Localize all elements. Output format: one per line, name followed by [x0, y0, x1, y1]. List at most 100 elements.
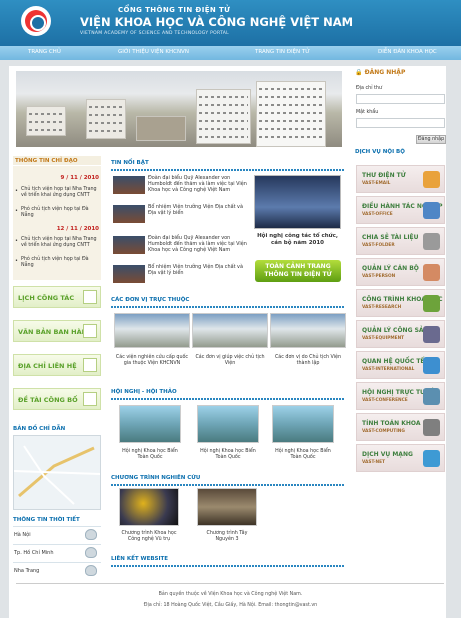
nav-news[interactable]: TRANG TIN ĐIỆN TỬ: [255, 49, 310, 55]
weather-row: Nha Trang: [13, 562, 101, 578]
conference-image[interactable]: [119, 405, 181, 443]
conference-caption[interactable]: Hội nghị Khoa học Biển Toàn Quốc: [197, 449, 259, 461]
weather-row: Tp. Hồ Chí Minh: [13, 544, 101, 560]
building: [256, 81, 326, 147]
topics-label: ĐỀ TÀI CÔNG BỐ: [18, 396, 78, 404]
password-field[interactable]: [356, 118, 445, 128]
service-computing[interactable]: TÍNH TOÁN KHOA HỌC VAST-COMPUTING: [356, 413, 445, 441]
conference-image[interactable]: [197, 405, 259, 443]
news-headline[interactable]: Đoàn đại biểu Quỹ Alexander von Humboldt…: [148, 175, 250, 193]
conference-icon: [423, 388, 440, 405]
featured-image[interactable]: [254, 175, 341, 229]
service-code: VAST-COMPUTING: [362, 429, 405, 434]
bullet-icon: •: [15, 238, 18, 244]
service-conference[interactable]: HỘI NGHỊ TRỰC TUYẾN VAST-CONFERENCE: [356, 382, 445, 410]
book-icon: [83, 392, 97, 406]
service-code: VAST-PERSON: [362, 274, 396, 279]
city-banner: [16, 71, 342, 147]
news-item[interactable]: Bổ nhiệm Viện trưởng Viện Địa chất và Đị…: [111, 203, 250, 225]
main-nav: TRANG CHỦ GIỚI THIỆU VIỆN KHCNVN TRANG T…: [0, 46, 461, 60]
service-code: VAST-FOLDER: [362, 243, 395, 248]
unit-caption[interactable]: Các đơn vị giúp việc chủ tịch Viện: [192, 355, 268, 367]
divider: [111, 565, 344, 567]
logo[interactable]: [21, 6, 51, 36]
news-item[interactable]: Đoàn đại biểu Quỹ Alexander von Humboldt…: [111, 174, 250, 196]
program-image[interactable]: [119, 488, 179, 526]
news-item[interactable]: Đoàn đại biểu Quỹ Alexander von Humboldt…: [111, 234, 250, 256]
bullet-icon: •: [15, 208, 18, 214]
conference-caption[interactable]: Hội nghị Khoa học Biển Toàn Quốc: [272, 449, 334, 461]
service-equipment[interactable]: QUẢN LÝ CÔNG SẢN VAST-EQUIPMENT: [356, 320, 445, 348]
document-icon: [83, 324, 97, 338]
email-field[interactable]: [356, 94, 445, 104]
news-item[interactable]: Bổ nhiệm Viện trưởng Viện Địa chất và Đị…: [111, 263, 250, 285]
divider: [111, 484, 344, 486]
network-icon: [423, 450, 440, 467]
service-net[interactable]: DỊCH VỤ MẠNG VAST-NET: [356, 444, 445, 472]
building: [196, 89, 251, 144]
service-name: CHIA SẺ TÀI LIỆU: [362, 234, 419, 241]
conference-title: HỘI NGHỊ - HỘI THẢO: [111, 389, 177, 395]
conference-caption[interactable]: Hội nghị Khoa học Biển Toàn Quốc: [119, 449, 181, 461]
service-office[interactable]: ĐIỀU HÀNH TÁC NGHIỆP VAST-OFFICE: [356, 196, 445, 224]
service-name: DỊCH VỤ MẠNG: [362, 451, 413, 458]
service-name: QUAN HỆ QUỐC TẾ: [362, 358, 425, 365]
divider: [111, 398, 344, 400]
footer-address: Địa chỉ: 18 Hoàng Quốc Việt, Cầu Giấy, H…: [143, 603, 318, 608]
conference-image[interactable]: [272, 405, 334, 443]
event-item[interactable]: Chủ tịch viện họp tại Nha Trang về triển…: [21, 187, 99, 199]
divider: [111, 169, 344, 171]
unit-caption[interactable]: Các đơn vị do Chủ tịch Viện thành lập: [270, 355, 346, 367]
program-image[interactable]: [197, 488, 257, 526]
login-button[interactable]: Đăng nhập: [416, 135, 446, 144]
unit-caption[interactable]: Các viện nghiên cứu cấp quốc gia thuộc V…: [114, 355, 190, 367]
globe-icon: [423, 357, 440, 374]
service-code: VAST-CONFERENCE: [362, 398, 408, 403]
news-headline[interactable]: Bổ nhiệm Viện trưởng Viện Địa chất và Đị…: [148, 264, 250, 276]
overview-button[interactable]: TOÀN CẢNH TRANG THÔNG TIN ĐIỆN TỬ: [255, 260, 341, 282]
news-title: TIN NỔI BẬT: [111, 160, 149, 166]
news-thumbnail: [113, 265, 145, 283]
documents-button[interactable]: VĂN BẢN BAN HÀNH: [13, 320, 101, 342]
service-person[interactable]: QUẢN LÝ CÁN BỘ VAST-PERSON: [356, 258, 445, 286]
service-email[interactable]: THƯ ĐIỆN TỬ VAST-EMAIL: [356, 165, 445, 193]
guide-map[interactable]: [13, 435, 101, 510]
nav-about[interactable]: GIỚI THIỆU VIỆN KHCNVN: [118, 49, 189, 55]
weather-row: Hà Nội: [13, 526, 101, 542]
service-name: QUẢN LÝ CÁN BỘ: [362, 265, 419, 272]
nav-forum[interactable]: DIỄN ĐÀN KHOA HỌC: [378, 49, 437, 55]
contact-label: ĐỊA CHỈ LIÊN HỆ: [18, 362, 77, 370]
office-icon: [423, 202, 440, 219]
event-item[interactable]: Phó chủ tịch viện họp tại Đà Nẵng: [21, 257, 99, 269]
password-label: Mật khẩu: [356, 110, 379, 115]
program-caption[interactable]: Chương trình Tây Nguyên 3: [197, 531, 257, 543]
weather-title: THÔNG TIN THỜI TIẾT: [13, 517, 80, 523]
events-title: THÔNG TIN CHỈ ĐẠO: [13, 156, 101, 165]
news-headline[interactable]: Bổ nhiệm Viện trưởng Viện Địa chất và Đị…: [148, 204, 250, 216]
topics-button[interactable]: ĐỀ TÀI CÔNG BỐ: [13, 388, 101, 410]
event-date: 9 / 11 / 2010: [60, 175, 99, 181]
bullet-icon: •: [15, 188, 18, 194]
program-caption[interactable]: Chương trình Khoa học Công nghệ Vũ trụ: [119, 531, 179, 543]
building: [26, 106, 66, 136]
service-research[interactable]: CÔNG TRÌNH KHOA HỌC VAST-RESEARCH: [356, 289, 445, 317]
divider: [111, 306, 344, 308]
event-item[interactable]: Chủ tịch viện họp tại Nha Trang về triển…: [21, 237, 99, 249]
featured-caption[interactable]: Hội nghị công tác tổ chức, cán bộ năm 20…: [254, 233, 341, 247]
schedule-button[interactable]: LỊCH CÔNG TÁC: [13, 286, 101, 308]
event-item[interactable]: Phó chủ tịch viện họp tại Đà Nẵng: [21, 207, 99, 219]
links-title: LIÊN KẾT WEBSITE: [111, 556, 169, 562]
service-code: VAST-EMAIL: [362, 181, 391, 186]
unit-image[interactable]: [270, 313, 346, 348]
service-international[interactable]: QUAN HỆ QUỐC TẾ VAST-INTERNATIONAL: [356, 351, 445, 379]
unit-image[interactable]: [114, 313, 190, 348]
nav-home[interactable]: TRANG CHỦ: [28, 49, 61, 55]
news-headline[interactable]: Đoàn đại biểu Quỹ Alexander von Humboldt…: [148, 235, 250, 253]
unit-image[interactable]: [192, 313, 268, 348]
map-roads-icon: [13, 445, 101, 505]
computer-icon: [423, 419, 440, 436]
left-sidebar: THÔNG TIN CHỈ ĐẠO 9 / 11 / 2010 • Chủ tị…: [13, 156, 101, 596]
login-title: 🔒 ĐĂNG NHẬP: [355, 69, 405, 76]
service-folder[interactable]: CHIA SẺ TÀI LIỆU VAST-FOLDER: [356, 227, 445, 255]
contact-button[interactable]: ĐỊA CHỈ LIÊN HỆ: [13, 354, 101, 376]
